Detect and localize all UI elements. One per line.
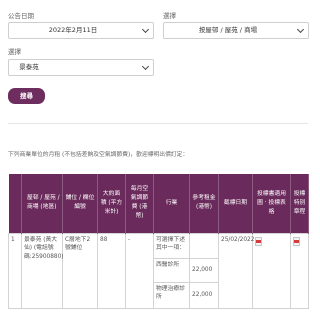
table-header-ac-fee: 每月空氣調節費 (港幣): [125, 174, 154, 233]
trade-cell: 可選擇下述其中一項：: [153, 232, 190, 259]
trade-cell: 西醫診所: [153, 257, 190, 283]
table-header-index: [8, 174, 22, 233]
estate-link[interactable]: 景泰苑 (黃大仙) (電話號碼:25900880): [21, 232, 64, 309]
special-terms-cell: [290, 232, 309, 309]
table-header-shop: 鋪位 / 欄位編號: [62, 174, 98, 233]
date-select-value: 2022年2月11日: [48, 26, 98, 34]
tender-docs-cell: [252, 232, 291, 309]
table-header-estate: 屋邨 / 屋苑 / 商場 (地區): [21, 174, 63, 233]
table-header-special-terms: 投標特別章程: [290, 174, 309, 233]
area-value: 88: [97, 232, 126, 309]
search-button[interactable]: 搜尋: [8, 88, 45, 104]
pdf-icon[interactable]: [255, 236, 262, 246]
date-label: 公告日期: [8, 12, 34, 20]
info-note: 下列商業單位的月租 (不包括差餉及空氣調節費)，歡迎標明出價訂定：: [8, 152, 189, 158]
closing-date: 25/02/2022: [218, 232, 254, 309]
table-row: 1 景泰苑 (黃大仙) (電話號碼:25900880) C層地下2號鋪位 88 …: [8, 232, 309, 309]
table-header-area: 大約面積 (平方米計): [97, 174, 126, 233]
chevron-down-icon: [141, 25, 150, 34]
table-header-row: 屋邨 / 屋苑 / 商場 (地區) 鋪位 / 欄位編號 大約面積 (平方米計) …: [8, 174, 309, 233]
shop-number: C層地下2號鋪位: [62, 232, 98, 309]
estate-label: 選擇: [8, 48, 21, 56]
ac-fee-value: -: [125, 232, 154, 309]
rent-cell: 22,000: [189, 281, 219, 309]
divider: [8, 123, 308, 124]
table-header-trade: 行業: [153, 174, 190, 233]
estate-select-value: 景泰苑: [19, 63, 39, 71]
rent-cell: 22,000: [189, 257, 219, 283]
chevron-down-icon: [141, 62, 150, 71]
trade-cell: 物理治療診所: [153, 281, 190, 309]
option-select[interactable]: 按屋邨 / 屋苑 / 商場: [163, 22, 309, 39]
rent-cell: [189, 232, 219, 259]
pdf-icon[interactable]: [293, 236, 300, 246]
estate-select[interactable]: 景泰苑: [8, 59, 154, 76]
row-index: 1: [8, 232, 22, 309]
table-header-rent: 參考租金 (港幣): [189, 174, 219, 233]
results-table: 屋邨 / 屋苑 / 商場 (地區) 鋪位 / 欄位編號 大約面積 (平方米計) …: [8, 174, 309, 309]
option-label: 選擇: [163, 12, 176, 20]
table-header-closing-date: 截標日期: [218, 174, 253, 233]
date-select[interactable]: 2022年2月11日: [8, 22, 154, 39]
option-select-value: 按屋邨 / 屋苑 / 商場: [198, 26, 258, 34]
chevron-down-icon: [296, 25, 305, 34]
table-header-tender-docs: 投標書適用圖 · 投標表格: [252, 174, 291, 233]
